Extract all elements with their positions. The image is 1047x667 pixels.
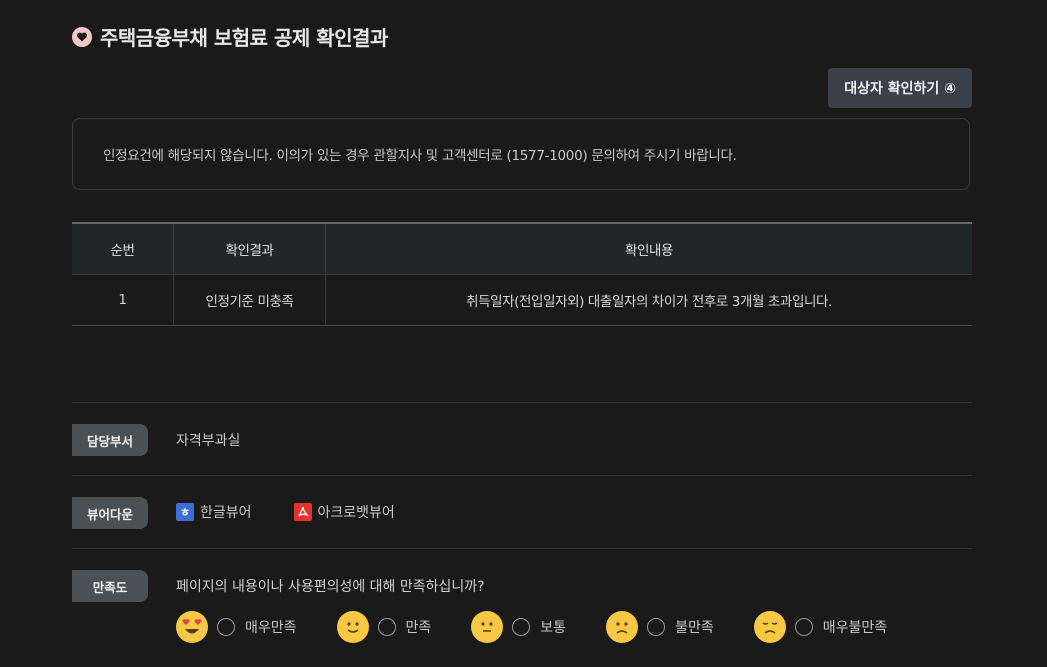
notice-text: 인정요건에 해당되지 않습니다. 이의가 있는 경우 관할지사 및 고객센터로 … xyxy=(103,148,737,164)
viewer-tag: 뷰어다운 xyxy=(72,497,148,529)
satisfaction-option-satisfied[interactable]: 만족 xyxy=(336,611,432,643)
department-row: 담당부서 자격부과실 xyxy=(72,402,972,476)
satisfaction-option-very-satisfied[interactable]: 매우만족 xyxy=(176,611,297,643)
satisfaction-option-neutral[interactable]: 보통 xyxy=(471,611,566,643)
radio-satisfied[interactable] xyxy=(377,618,396,636)
acrobat-viewer-label: 아크로뱃뷰어 xyxy=(317,505,395,521)
header-result: 확인결과 xyxy=(173,223,326,275)
satisfaction-tag: 만족도 xyxy=(72,570,148,602)
hwp-viewer-label: 한글뷰어 xyxy=(200,505,252,521)
satisfaction-question: 페이지의 내용이나 사용편의성에 대해 만족하십니까? xyxy=(176,579,485,595)
cell-number: 1 xyxy=(72,274,174,326)
title-row: 주택금융부채 보험료 공제 확인결과 xyxy=(72,22,388,51)
cell-result: 인정기준 미충족 xyxy=(173,274,326,326)
header-number: 순번 xyxy=(72,223,174,275)
department-value: 자격부과실 xyxy=(176,433,241,449)
pdf-icon xyxy=(293,503,312,521)
department-tag: 담당부서 xyxy=(72,424,148,456)
radio-dissatisfied[interactable] xyxy=(647,618,666,636)
heart-eyes-face-icon xyxy=(176,611,208,643)
label-dissatisfied: 불만족 xyxy=(675,620,714,636)
viewer-row: 뷰어다운 ㅎ 한글뷰어 아크로뱃뷰어 xyxy=(72,475,972,549)
label-very-satisfied: 매우만족 xyxy=(245,620,297,636)
smile-face-icon xyxy=(336,611,369,643)
neutral-face-icon xyxy=(471,611,504,643)
notice-box: 인정요건에 해당되지 않습니다. 이의가 있는 경우 관할지사 및 고객센터로 … xyxy=(72,118,970,190)
satisfaction-option-dissatisfied[interactable]: 불만족 xyxy=(606,611,714,643)
heart-icon xyxy=(72,26,92,47)
frown-face-icon xyxy=(606,611,639,643)
satisfaction-option-very-dissatisfied[interactable]: 매우불만족 xyxy=(753,611,888,643)
radio-very-satisfied[interactable] xyxy=(217,618,235,636)
satisfaction-row: 만족도 페이지의 내용이나 사용편의성에 대해 만족하십니까? 매우만족 만족 … xyxy=(72,548,972,667)
result-table: 순번 확인결과 확인내용 1 인정기준 미충족 취득일자(전입일자외) 대출일자… xyxy=(72,222,972,326)
radio-neutral[interactable] xyxy=(512,618,531,636)
label-satisfied: 만족 xyxy=(405,620,432,636)
page-title: 주택금융부채 보험료 공제 확인결과 xyxy=(100,26,388,50)
satisfaction-options: 매우만족 만족 보통 불만족 매우불만족 xyxy=(176,611,927,643)
label-very-dissatisfied: 매우불만족 xyxy=(822,620,888,636)
check-eligibility-button[interactable]: 대상자 확인하기 ④ xyxy=(828,68,972,108)
viewer-links: ㅎ 한글뷰어 아크로뱃뷰어 xyxy=(176,502,395,522)
hwp-viewer-link[interactable]: ㅎ 한글뷰어 xyxy=(176,502,252,522)
table-row: 1 인정기준 미충족 취득일자(전입일자외) 대출일자의 차이가 전후로 3개월… xyxy=(72,274,972,326)
table-header-row: 순번 확인결과 확인내용 xyxy=(72,223,972,275)
acrobat-viewer-link[interactable]: 아크로뱃뷰어 xyxy=(293,502,395,522)
label-neutral: 보통 xyxy=(540,620,567,636)
header-content: 확인내용 xyxy=(325,223,972,275)
unhappy-face-icon xyxy=(753,611,786,643)
cell-content: 취득일자(전입일자외) 대출일자의 차이가 전후로 3개월 초과입니다. xyxy=(325,274,972,326)
hwp-icon: ㅎ xyxy=(176,503,194,521)
radio-very-dissatisfied[interactable] xyxy=(794,618,813,636)
